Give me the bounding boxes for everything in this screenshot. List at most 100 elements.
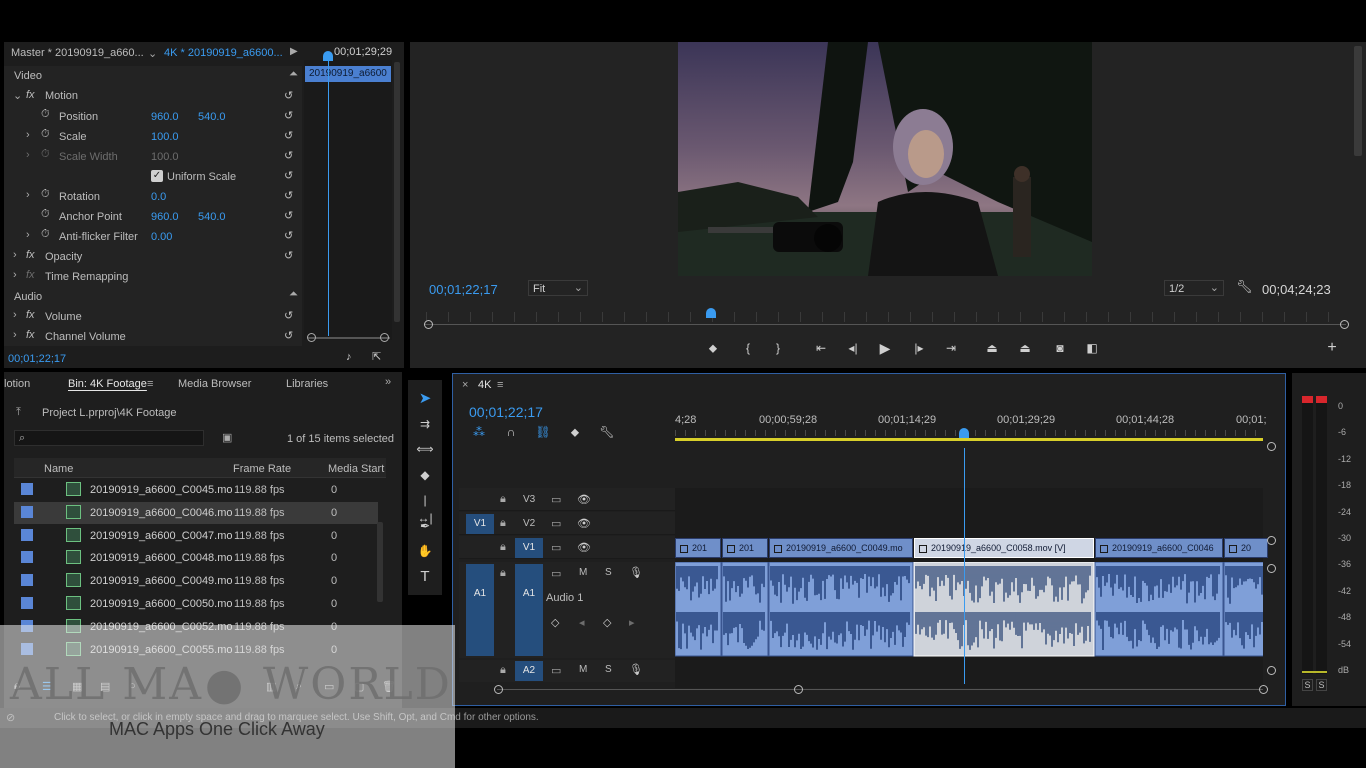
timeline-timecode[interactable]: 00;01;22;17 — [469, 404, 543, 420]
lock-icon[interactable]: 🔒︎ — [500, 664, 506, 677]
rotation-value[interactable]: 0.0 — [151, 191, 166, 203]
reset-icon[interactable]: ↺ — [284, 249, 293, 262]
fx-icon[interactable]: fx — [26, 249, 35, 261]
expand-right-icon[interactable]: › — [13, 329, 17, 341]
effect-mini-timeline[interactable]: 20190919_a6600 — [304, 51, 392, 340]
track-label-v1[interactable]: V1 — [515, 538, 543, 558]
resolution-dropdown[interactable]: 1/2 ⌄ — [1164, 280, 1224, 296]
monitor-time-ruler[interactable] — [426, 312, 1346, 322]
expand-right-icon[interactable]: › — [13, 309, 17, 321]
panel-menu-icon[interactable]: ≡ — [497, 379, 503, 391]
motion-row[interactable]: ⌄ fx Motion ↺ — [4, 86, 302, 106]
video-clip[interactable]: 20190919_a6600_C0046 — [1095, 538, 1223, 558]
play-icon[interactable]: ▶ — [876, 339, 894, 357]
clip-color-label-icon[interactable] — [21, 574, 33, 587]
keyframe-icon[interactable]: ◇ — [551, 616, 559, 629]
close-tab-icon[interactable]: × — [462, 379, 468, 391]
step-forward-icon[interactable]: |▸ — [910, 339, 928, 357]
monitor-zoom-left[interactable] — [424, 320, 433, 329]
audio-clip[interactable] — [768, 562, 914, 657]
tab-media-browser[interactable]: Media Browser — [178, 378, 251, 390]
audio-clip-body[interactable] — [675, 562, 722, 657]
timeline-playhead-icon[interactable] — [959, 428, 969, 438]
bin-list-item[interactable]: 20190919_a6600_C0047.mo 119.88 fps 0 — [14, 525, 378, 547]
step-back-icon[interactable]: ◂| — [844, 339, 862, 357]
position-y-value[interactable]: 540.0 — [198, 111, 226, 123]
expand-right-icon[interactable]: › — [13, 269, 17, 281]
sync-lock-icon[interactable]: ▭ — [551, 517, 561, 530]
bin-list-item[interactable]: 20190919_a6600_C0045.mo 119.88 fps 0 — [14, 479, 378, 501]
sync-lock-icon[interactable]: ▭ — [551, 664, 561, 677]
monitor-playhead-icon[interactable] — [706, 308, 716, 318]
export-icon[interactable]: ⇱ — [372, 350, 381, 363]
add-marker-icon[interactable]: ⬥ — [566, 423, 584, 441]
mini-timeline-clip[interactable]: 20190919_a6600 — [305, 66, 391, 82]
reset-icon[interactable]: ↺ — [284, 109, 293, 122]
effect-scrollbar[interactable] — [394, 62, 400, 322]
tab-bin[interactable]: Bin: 4K Footage — [68, 378, 147, 390]
timeline-zoom-bar[interactable] — [497, 689, 1263, 690]
filter-audio-icon[interactable]: ♪ — [346, 351, 352, 363]
clip-color-label-icon[interactable] — [21, 528, 33, 541]
audio-clip[interactable] — [1094, 562, 1224, 657]
clip-color-label-icon[interactable] — [21, 505, 33, 518]
panel-menu-icon[interactable]: ≡ — [147, 378, 153, 390]
sync-lock-icon[interactable]: ▭ — [551, 493, 561, 506]
lock-icon[interactable]: 🔒︎ — [500, 541, 506, 554]
reset-icon[interactable]: ↺ — [284, 189, 293, 202]
clip-color-label-icon[interactable] — [21, 483, 33, 495]
mark-out-icon[interactable]: } — [769, 339, 787, 357]
video-clip[interactable]: 201 — [675, 538, 721, 558]
wrench-icon[interactable]: 🔧︎ — [1236, 279, 1253, 295]
meter-solo-right[interactable]: S — [1316, 679, 1327, 691]
razor-tool-icon[interactable]: ◆ — [416, 466, 434, 484]
bin-list-item[interactable]: 20190919_a6600_C0048.mo 119.88 fps 0 — [14, 547, 378, 569]
anti-flicker-value[interactable]: 0.00 — [151, 231, 172, 243]
timeline-zoom-end[interactable] — [1259, 685, 1268, 694]
timeline-settings-wrench-icon[interactable]: 🔧︎ — [598, 423, 616, 441]
work-area-bar[interactable] — [675, 438, 1263, 441]
eye-icon[interactable]: 👁︎ — [577, 493, 591, 506]
channel-volume-row[interactable]: › fx Channel Volume ↺ — [4, 326, 302, 346]
program-current-timecode[interactable]: 00;01;22;17 — [429, 282, 498, 297]
microphone-icon[interactable]: 🎙︎ — [629, 566, 643, 579]
anchor-y-value[interactable]: 540.0 — [198, 211, 226, 223]
video-clip-selected[interactable]: 20190919_a6600_C0058.mov [V] — [914, 538, 1094, 558]
mark-in-icon[interactable]: { — [739, 339, 757, 357]
reset-icon[interactable]: ↺ — [284, 89, 293, 102]
sequence-tab[interactable]: 4K — [478, 379, 491, 391]
zoom-handle-right[interactable] — [380, 333, 389, 342]
reset-icon[interactable]: ↺ — [284, 149, 293, 162]
monitor-zoom-bar[interactable] — [424, 324, 1346, 325]
time-remapping-row[interactable]: › fx Time Remapping — [4, 266, 302, 286]
column-name[interactable]: Name — [44, 463, 73, 475]
reset-icon[interactable]: ↺ — [284, 329, 293, 342]
v-zoom-mid[interactable] — [1267, 536, 1276, 545]
go-to-in-icon[interactable]: ⇤ — [812, 339, 830, 357]
sync-lock-icon[interactable]: ▭ — [551, 541, 561, 554]
more-tabs-icon[interactable]: » — [385, 376, 391, 388]
eye-icon[interactable]: 👁︎ — [577, 517, 591, 530]
slip-tool-icon[interactable]: |↔| — [416, 491, 434, 525]
lock-icon[interactable]: 🔒︎ — [500, 493, 506, 506]
solo-button[interactable]: S — [605, 664, 612, 675]
clip-color-label-icon[interactable] — [21, 551, 33, 564]
stopwatch-icon[interactable]: ⏱ — [41, 228, 50, 241]
lift-icon[interactable]: ⏏ — [983, 339, 1001, 357]
track-label-v2[interactable]: V2 — [523, 518, 535, 529]
audio-clip[interactable] — [721, 562, 769, 657]
audio-clip[interactable] — [675, 562, 722, 657]
mute-button[interactable]: M — [579, 567, 587, 578]
position-x-value[interactable]: 960.0 — [151, 111, 179, 123]
expand-right-icon[interactable]: › — [26, 129, 30, 141]
compare-icon[interactable]: ◧ — [1083, 339, 1101, 357]
expand-down-icon[interactable]: ⌄ — [13, 89, 22, 102]
add-button-icon[interactable]: + — [1323, 339, 1341, 357]
volume-row[interactable]: › fx Volume ↺ — [4, 306, 302, 326]
snap-magnet-icon[interactable]: ∩ — [502, 423, 520, 441]
bin-scrollbar[interactable] — [377, 522, 383, 602]
audio-clip-selected[interactable] — [913, 562, 1095, 657]
lock-icon[interactable]: 🔒︎ — [500, 517, 506, 530]
fx-icon[interactable]: fx — [26, 89, 35, 101]
a1-audio-clips[interactable] — [675, 562, 1263, 658]
